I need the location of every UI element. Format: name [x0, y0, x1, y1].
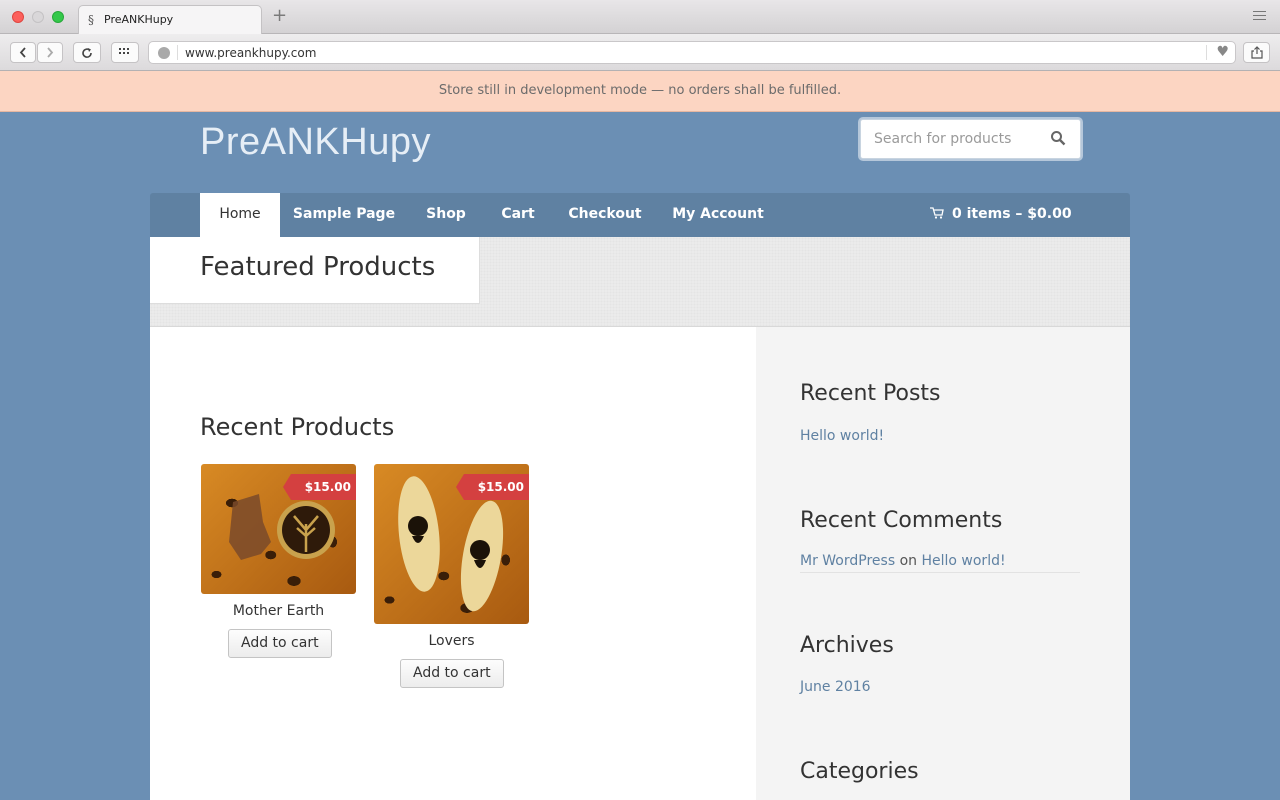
browser-titlebar: § PreANKHupy + — [0, 0, 1280, 34]
product-name[interactable]: Lovers — [374, 633, 529, 649]
close-window-button[interactable] — [12, 11, 24, 23]
categories-title: Categories — [800, 759, 919, 784]
cart-summary[interactable]: 0 items – $0.00 — [930, 193, 1072, 237]
recent-comments-title: Recent Comments — [800, 508, 1003, 533]
browser-toolbar: www.preankhupy.com ♥ — [0, 34, 1280, 71]
new-tab-button[interactable]: + — [272, 7, 287, 25]
reload-button[interactable] — [73, 42, 101, 63]
price-tag: $15.00 — [455, 474, 529, 500]
product-search[interactable] — [860, 119, 1081, 159]
archive-link[interactable]: June 2016 — [800, 679, 871, 695]
nav-home[interactable]: Home — [200, 193, 280, 237]
recent-products-title: Recent Products — [200, 413, 395, 441]
tab-title: PreANKHupy — [104, 13, 174, 26]
recent-comment-item: Mr WordPress on Hello world! — [800, 553, 1006, 569]
share-button[interactable] — [1243, 42, 1270, 63]
address-bar[interactable]: www.preankhupy.com ♥ — [148, 41, 1236, 64]
sidebar: Recent Posts Hello world! Recent Comment… — [756, 327, 1130, 800]
primary-navigation: Home Sample Page Shop Cart Checkout My A… — [150, 193, 1130, 237]
divider — [800, 572, 1080, 573]
nav-shop[interactable]: Shop — [415, 193, 477, 237]
forward-icon — [47, 47, 54, 58]
add-to-cart-button[interactable]: Add to cart — [400, 659, 504, 688]
product-image-mother-earth[interactable]: $15.00 — [201, 464, 356, 594]
store-notice: Store still in development mode — no ord… — [0, 71, 1280, 112]
heart-icon[interactable]: ♥ — [1216, 44, 1229, 60]
recent-post-link[interactable]: Hello world! — [800, 428, 884, 444]
comment-author-link[interactable]: Mr WordPress — [800, 553, 895, 569]
nav-my-account[interactable]: My Account — [666, 193, 770, 237]
show-all-tabs-button[interactable] — [111, 42, 139, 63]
tab-overview-icon[interactable] — [1253, 11, 1266, 21]
comment-on-text: on — [899, 553, 918, 569]
site-title[interactable]: PreANKHupy — [200, 121, 431, 164]
nav-cart[interactable]: Cart — [491, 193, 545, 237]
product-name[interactable]: Mother Earth — [201, 603, 356, 619]
featured-products-title: Featured Products — [200, 252, 436, 282]
add-to-cart-button[interactable]: Add to cart — [228, 629, 332, 658]
search-icon[interactable] — [1050, 130, 1066, 146]
main-content: Recent Products $15.00 Mother Earth Add … — [150, 327, 756, 800]
price-tag: $15.00 — [282, 474, 356, 500]
share-icon — [1250, 46, 1263, 59]
comment-post-link[interactable]: Hello world! — [921, 553, 1005, 569]
product-image-lovers[interactable]: $15.00 — [374, 464, 529, 624]
archives-title: Archives — [800, 633, 894, 658]
favicon-icon: § — [88, 13, 94, 27]
cart-total: 0 items – $0.00 — [952, 206, 1072, 222]
grid-icon — [119, 48, 129, 54]
recent-posts-title: Recent Posts — [800, 381, 941, 406]
zoom-window-button[interactable] — [52, 11, 64, 23]
minimize-window-button[interactable] — [32, 11, 44, 23]
reload-icon — [82, 48, 92, 58]
back-button[interactable] — [10, 42, 36, 63]
featured-banner: Featured Products — [150, 237, 1130, 327]
search-input[interactable] — [861, 120, 1046, 158]
forward-button[interactable] — [37, 42, 63, 63]
globe-icon — [158, 47, 170, 59]
url-text: www.preankhupy.com — [185, 46, 317, 60]
featured-box: Featured Products — [150, 237, 480, 304]
cart-icon — [930, 207, 944, 219]
back-icon — [19, 47, 26, 58]
nav-checkout[interactable]: Checkout — [560, 193, 650, 237]
nav-sample-page[interactable]: Sample Page — [287, 193, 401, 237]
browser-tab[interactable]: § PreANKHupy — [78, 5, 262, 34]
